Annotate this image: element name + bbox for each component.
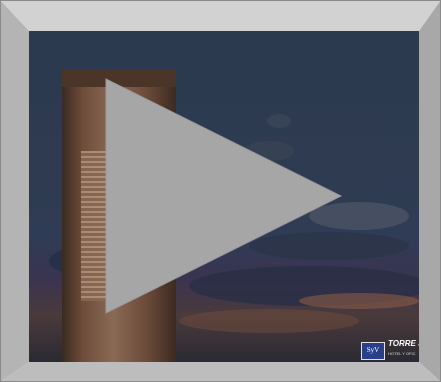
video-player[interactable]: SyV TORRE S HOTEL Y OFIC [0, 0, 441, 382]
play-icon[interactable] [0, 0, 441, 382]
